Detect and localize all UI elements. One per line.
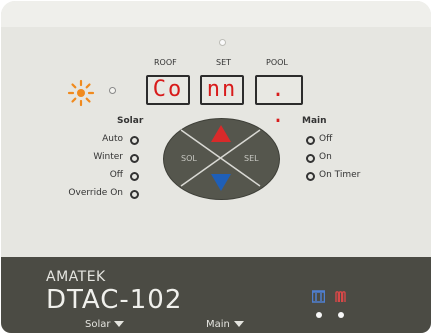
solar-option-off[interactable]: Off — [110, 170, 123, 180]
main-on-timer-led — [306, 172, 315, 181]
solar-off-led — [130, 172, 139, 181]
roof-label: ROOF — [154, 58, 177, 67]
pool-display: . . — [255, 75, 303, 128]
main-on-led — [306, 154, 315, 163]
status-led — [219, 39, 226, 46]
pool-label: POOL — [266, 58, 288, 67]
solar-tab-label: Solar — [85, 319, 111, 330]
up-arrow-button[interactable] — [211, 125, 231, 142]
roof-display: Co — [146, 75, 190, 105]
set-label: SET — [216, 58, 232, 67]
brand-name: AMATEK — [46, 269, 106, 285]
controller-panel: ROOF Co SET nn POOL . . Solar Auto Winte… — [1, 1, 431, 333]
main-tab[interactable]: Main — [206, 319, 244, 330]
sel-button[interactable]: SEL — [244, 154, 259, 163]
main-title: Main — [302, 116, 327, 126]
model-name: DTAC-102 — [46, 285, 183, 315]
solar-auto-led — [130, 136, 139, 145]
solar-winter-led — [130, 154, 139, 163]
control-keypad: SOL SEL — [163, 118, 280, 200]
sol-button[interactable]: SOL — [181, 154, 197, 163]
set-display: nn — [200, 75, 244, 105]
heater-icon — [335, 291, 346, 302]
pump-icon — [312, 290, 325, 303]
chevron-down-icon — [233, 321, 244, 327]
solar-option-override-on[interactable]: Override On — [68, 188, 123, 198]
solar-option-auto[interactable]: Auto — [102, 134, 123, 144]
main-tab-label: Main — [206, 319, 230, 330]
sun-icon — [67, 79, 95, 107]
main-option-on-timer[interactable]: On Timer — [319, 170, 360, 180]
main-option-on[interactable]: On — [319, 152, 332, 162]
solar-title: Solar — [117, 116, 144, 126]
solar-tab[interactable]: Solar — [85, 319, 125, 330]
heater-led — [338, 312, 344, 318]
solar-override-led — [130, 190, 139, 199]
solar-option-winter[interactable]: Winter — [93, 152, 123, 162]
main-option-off[interactable]: Off — [319, 134, 332, 144]
down-arrow-button[interactable] — [211, 174, 231, 191]
chevron-down-icon — [114, 321, 125, 327]
main-off-led — [306, 136, 315, 145]
solar-active-led — [109, 87, 116, 94]
pump-led — [316, 312, 322, 318]
